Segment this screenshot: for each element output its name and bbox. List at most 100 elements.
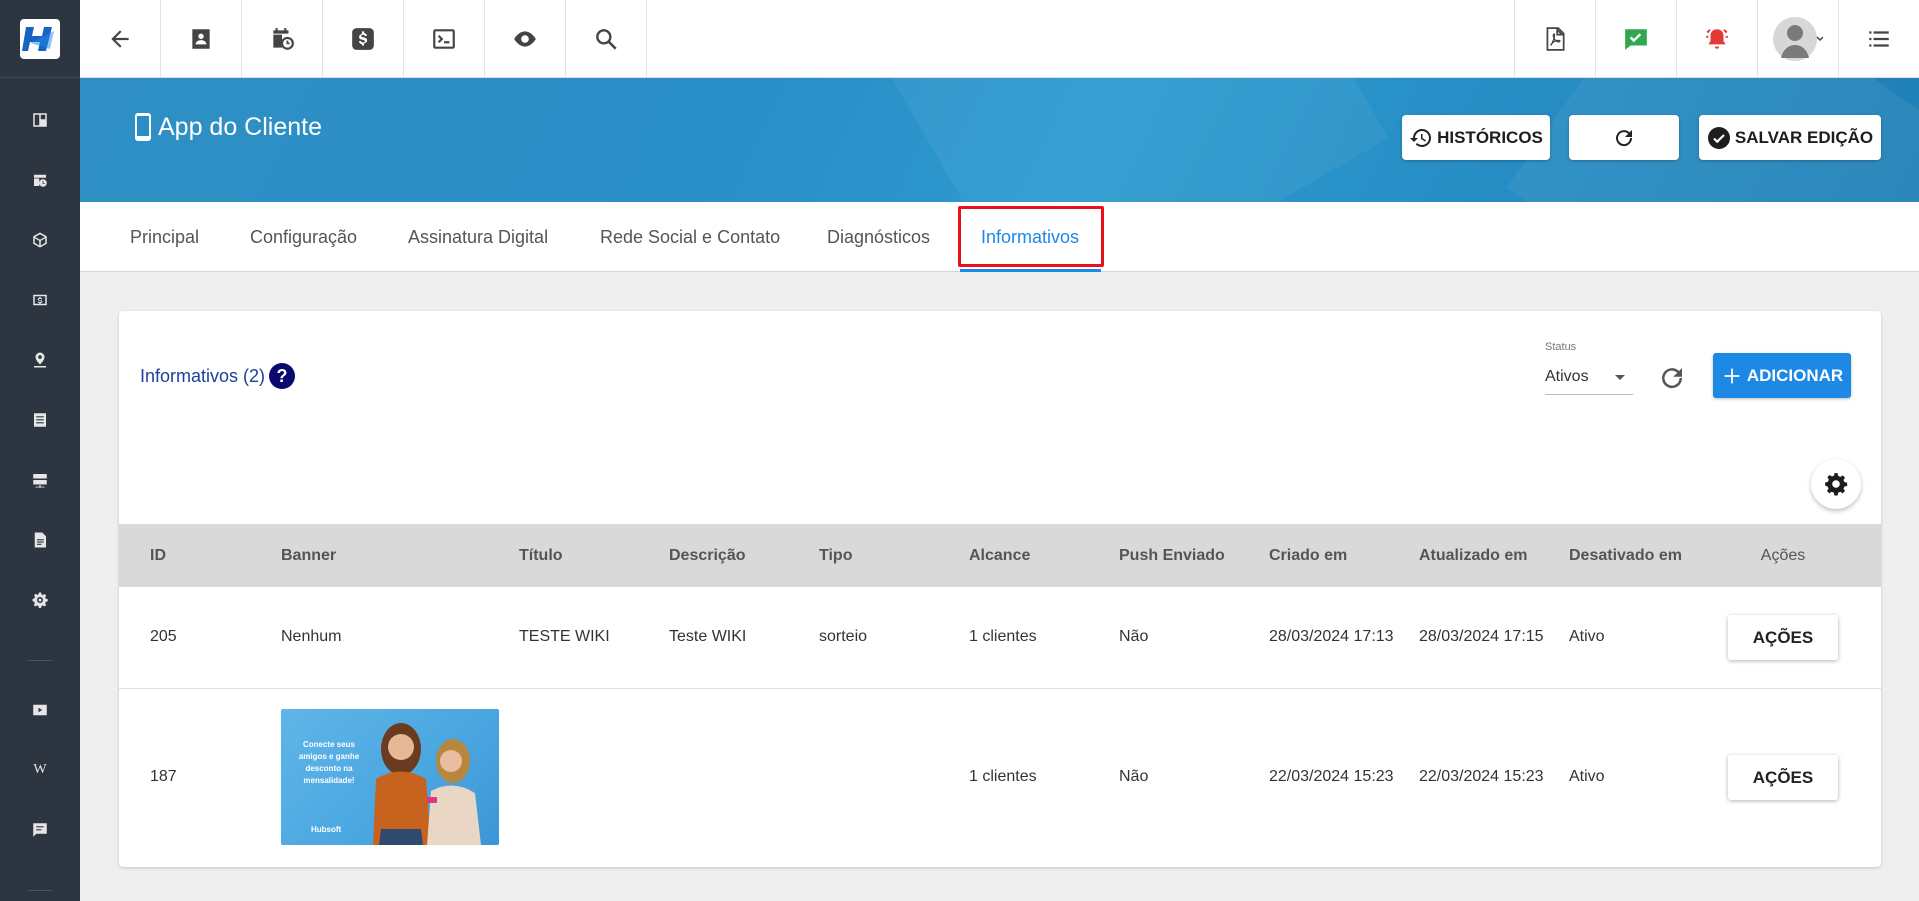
tab-rede-social-contato[interactable]: Rede Social e Contato xyxy=(600,202,780,272)
card-title: Informativos (2) ? xyxy=(140,363,296,389)
money-icon[interactable] xyxy=(28,288,52,312)
chat-icon[interactable] xyxy=(28,818,52,842)
user-menu-button[interactable] xyxy=(1757,0,1838,77)
tab-configuracao[interactable]: Configuração xyxy=(250,202,357,272)
table-row: 187 Conecte seus amigos e ganhe desconto… xyxy=(119,689,1881,867)
historicos-button[interactable]: HISTÓRICOS xyxy=(1402,115,1550,160)
add-button[interactable]: ADICIONAR xyxy=(1713,353,1851,398)
check-chat-icon xyxy=(1625,28,1647,50)
page-title: App do Cliente xyxy=(134,112,322,142)
banner-thumbnail-brand: Hubsoft xyxy=(311,825,342,834)
col-id[interactable]: ID xyxy=(150,524,166,587)
highlight-box xyxy=(958,206,1104,267)
cell-atualizado: 22/03/2024 15:23 xyxy=(1419,768,1544,785)
informativos-card: Informativos (2) ? Status Ativos ADICION… xyxy=(119,311,1881,867)
save-edit-button[interactable]: SALVAR EDIÇÃO xyxy=(1699,115,1881,160)
history-icon xyxy=(1410,128,1432,147)
table-settings-button[interactable] xyxy=(1811,459,1861,509)
dollar-icon xyxy=(352,27,374,50)
sidebar-divider xyxy=(28,890,52,891)
cell-push: Não xyxy=(1119,768,1149,785)
box-icon[interactable] xyxy=(28,228,52,252)
page-title-text: App do Cliente xyxy=(158,112,323,141)
refresh-icon xyxy=(1616,129,1633,146)
status-label: Status xyxy=(1545,341,1577,353)
gear-icon[interactable] xyxy=(28,588,52,612)
cell-tipo: sorteio xyxy=(819,628,868,645)
sidebar: W xyxy=(0,0,80,901)
cell-alcance: 1 clientes xyxy=(969,628,1037,645)
menu-list-icon xyxy=(1869,30,1889,47)
schedule-button[interactable] xyxy=(242,0,323,77)
dashboard-icon[interactable] xyxy=(28,108,52,132)
reload-button[interactable] xyxy=(1569,115,1679,160)
tab-assinatura-digital[interactable]: Assinatura Digital xyxy=(408,202,548,272)
calendar-clock-icon[interactable] xyxy=(28,168,52,192)
banner-thumbnail[interactable]: Conecte seus amigos e ganhe desconto na … xyxy=(281,709,499,845)
acoes-button[interactable]: AÇÕES xyxy=(1728,755,1838,800)
cell-id: 187 xyxy=(150,768,177,785)
alerts-button[interactable] xyxy=(1676,0,1757,77)
pdf-button[interactable] xyxy=(1514,0,1595,77)
table-row: 205 Nenhum TESTE WIKI Teste WIKI sorteio… xyxy=(119,587,1881,689)
terminal-icon xyxy=(433,28,455,49)
page-header: App do Cliente HISTÓRICOS SALVAR EDIÇÃO xyxy=(80,78,1919,202)
cell-atualizado: 28/03/2024 17:15 xyxy=(1419,628,1544,645)
finance-button[interactable] xyxy=(323,0,404,77)
col-acoes: Ações xyxy=(1760,547,1806,564)
col-criado-em[interactable]: Criado em xyxy=(1269,524,1347,587)
col-atualizado-em[interactable]: Atualizado em xyxy=(1419,524,1527,587)
tasks-button[interactable] xyxy=(1595,0,1676,77)
cell-descricao: Teste WIKI xyxy=(669,628,747,645)
col-tipo[interactable]: Tipo xyxy=(819,524,852,587)
youtube-icon[interactable] xyxy=(28,698,52,722)
col-banner[interactable]: Banner xyxy=(281,524,336,587)
col-titulo[interactable]: Título xyxy=(519,524,563,587)
terminal-button[interactable] xyxy=(404,0,485,77)
banner-thumbnail-text: Conecte seus amigos e ganhe desconto na … xyxy=(298,740,360,785)
top-toolbar xyxy=(80,0,1919,78)
tab-principal[interactable]: Principal xyxy=(130,202,199,272)
acoes-button[interactable]: AÇÕES xyxy=(1728,615,1838,660)
sidebar-divider xyxy=(28,660,52,661)
cell-desativado: Ativo xyxy=(1569,628,1605,645)
list-icon[interactable] xyxy=(28,408,52,432)
map-pin-icon[interactable] xyxy=(28,348,52,372)
gear-icon xyxy=(1825,473,1848,496)
cell-id: 205 xyxy=(150,628,177,645)
smartphone-icon xyxy=(135,113,151,141)
cell-push: Não xyxy=(1119,628,1149,645)
refresh-icon[interactable] xyxy=(1657,363,1687,393)
col-alcance[interactable]: Alcance xyxy=(969,524,1030,587)
alarm-icon xyxy=(1706,28,1728,49)
avatar-icon xyxy=(1773,16,1823,61)
eye-icon xyxy=(514,30,536,47)
tab-diagnosticos[interactable]: Diagnósticos xyxy=(827,202,930,272)
col-desativado-em[interactable]: Desativado em xyxy=(1569,524,1682,587)
cell-criado: 28/03/2024 17:13 xyxy=(1269,628,1394,645)
contacts-button[interactable] xyxy=(161,0,242,77)
document-icon[interactable] xyxy=(28,528,52,552)
contact-card-icon xyxy=(192,28,210,49)
cell-desativado: Ativo xyxy=(1569,768,1605,785)
chevron-down-icon xyxy=(1615,375,1625,380)
back-button[interactable] xyxy=(80,0,161,77)
cell-banner: Nenhum xyxy=(281,628,342,645)
server-icon[interactable] xyxy=(28,468,52,492)
main-menu-button[interactable] xyxy=(1838,0,1919,77)
logo-icon xyxy=(20,18,60,59)
cell-criado: 22/03/2024 15:23 xyxy=(1269,768,1394,785)
app-logo[interactable] xyxy=(0,0,80,78)
col-push-enviado[interactable]: Push Enviado xyxy=(1119,524,1225,587)
search-button[interactable] xyxy=(566,0,647,77)
active-tab-indicator xyxy=(960,269,1101,272)
col-descricao[interactable]: Descrição xyxy=(669,524,746,587)
search-icon xyxy=(596,28,617,50)
view-button[interactable] xyxy=(485,0,566,77)
cell-titulo: TESTE WIKI xyxy=(519,628,610,645)
wiki-icon[interactable]: W xyxy=(28,758,52,782)
status-select[interactable]: Ativos xyxy=(1545,363,1633,395)
cell-alcance: 1 clientes xyxy=(969,768,1037,785)
check-circle-icon xyxy=(1707,126,1730,149)
help-icon[interactable]: ? xyxy=(269,363,296,389)
